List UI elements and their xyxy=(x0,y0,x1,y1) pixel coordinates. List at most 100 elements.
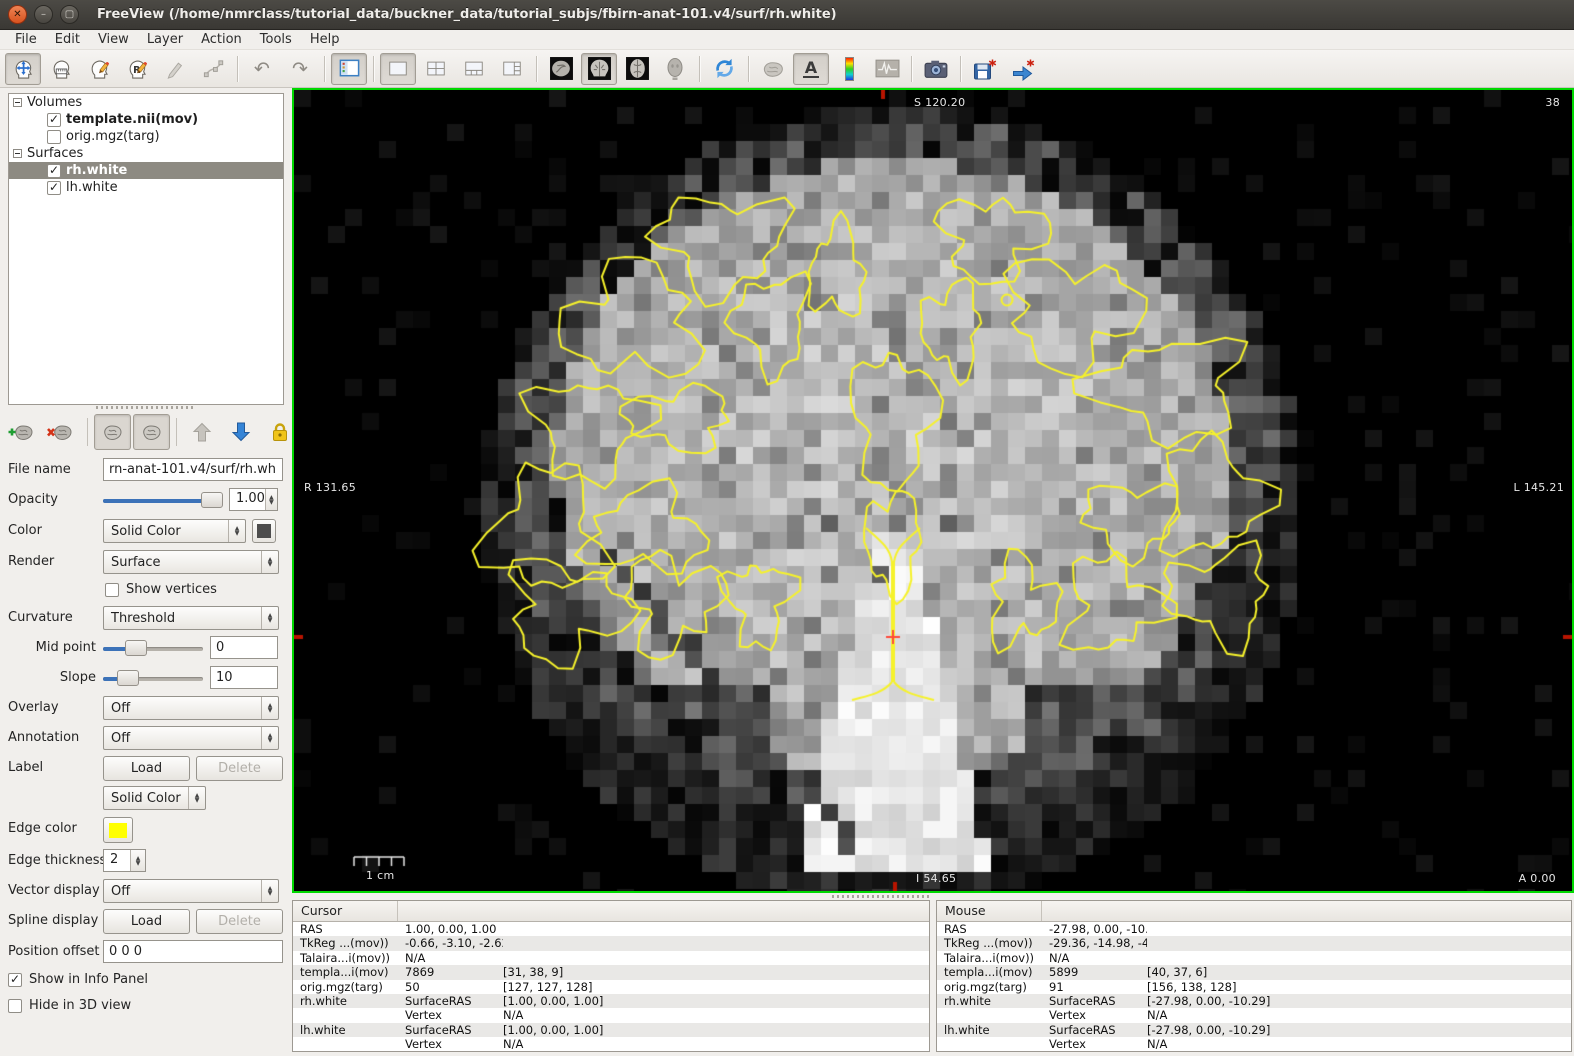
refresh-button[interactable] xyxy=(706,53,742,85)
collapse-icon[interactable] xyxy=(13,149,22,158)
menu-edit[interactable]: Edit xyxy=(46,31,89,48)
save-point-button[interactable] xyxy=(967,53,1003,85)
panel-splitter[interactable] xyxy=(96,406,196,409)
view-coronal-button[interactable] xyxy=(581,53,617,85)
layer-item-label: orig.mgz(targ) xyxy=(66,129,160,144)
layer-visibility-checkbox[interactable]: ✓ xyxy=(47,130,61,144)
menu-action[interactable]: Action xyxy=(192,31,251,48)
opacity-slider[interactable] xyxy=(103,490,223,510)
overlay-dropdown[interactable]: Off▲▼ xyxy=(103,696,279,720)
file-name-input[interactable] xyxy=(103,458,283,481)
panel-toggle-button[interactable] xyxy=(331,53,367,85)
spin-arrows-icon[interactable]: ▲▼ xyxy=(265,489,277,510)
info-cell: [40, 37, 6] xyxy=(1147,965,1571,979)
layout-2x2-button[interactable] xyxy=(418,53,454,85)
voxel-edit-button[interactable] xyxy=(81,53,117,85)
navigate-button[interactable] xyxy=(5,53,41,85)
spline-delete-button[interactable]: Delete xyxy=(196,909,283,934)
slope-slider[interactable] xyxy=(103,668,203,688)
time-course-button[interactable] xyxy=(869,53,905,85)
label-color-dropdown[interactable]: Solid Color▲▼ xyxy=(103,786,206,810)
annotation-dropdown[interactable]: Off▲▼ xyxy=(103,726,279,750)
color-scale-button[interactable] xyxy=(831,53,867,85)
roi-edit-button[interactable]: R xyxy=(119,53,155,85)
layer-item-label: rh.white xyxy=(66,163,127,178)
undo-button[interactable]: ↶ xyxy=(244,53,280,85)
move-layer-up-button[interactable] xyxy=(183,414,220,450)
mid-point-input[interactable] xyxy=(210,636,278,659)
edge-color-label: Edge color xyxy=(8,821,77,836)
layer-visibility-checkbox[interactable]: ✓ xyxy=(47,164,61,178)
move-layer-down-button[interactable] xyxy=(222,414,259,450)
spin-arrows-icon[interactable]: ▲▼ xyxy=(130,850,145,871)
menu-layer[interactable]: Layer xyxy=(138,31,192,48)
free-edit-button[interactable] xyxy=(157,53,193,85)
annotation-toggle-button[interactable]: A xyxy=(793,53,829,85)
position-offset-input[interactable] xyxy=(103,940,283,963)
layer-item-label: template.nii(mov) xyxy=(66,112,198,127)
collapse-icon[interactable] xyxy=(13,98,22,107)
menu-view[interactable]: View xyxy=(89,31,138,48)
layer-item-lh-white[interactable]: ✓lh.white xyxy=(9,179,283,196)
color-label: Color xyxy=(8,523,42,538)
show-in-info-checkbox[interactable]: ✓ xyxy=(8,973,22,987)
hide-in-3d-label: Hide in 3D view xyxy=(29,998,131,1013)
layer-item-rh-white[interactable]: ✓ rh.white xyxy=(9,162,283,179)
load-surface-button[interactable] xyxy=(5,414,42,450)
layer-visibility-checkbox[interactable]: ✓ xyxy=(47,113,61,127)
mid-point-slider[interactable] xyxy=(103,638,203,658)
edge-color-swatch[interactable] xyxy=(103,817,133,843)
menu-tools[interactable]: Tools xyxy=(251,31,301,48)
dropdown-arrows-icon: ▲▼ xyxy=(261,607,278,629)
info-cell: 7869 xyxy=(405,965,503,979)
hide-in-3d-checkbox[interactable]: ✓ xyxy=(8,999,22,1013)
layout-1n3-h-button[interactable] xyxy=(494,53,530,85)
layer-item-orig-mgz-targ-[interactable]: ✓ orig.mgz(targ) xyxy=(9,128,283,145)
curvature-dropdown[interactable]: Threshold▲▼ xyxy=(103,606,279,630)
color-dropdown[interactable]: Solid Color▲▼ xyxy=(103,519,246,543)
info-cell: Vertex xyxy=(1049,1008,1147,1022)
toolbar-separator xyxy=(87,418,88,446)
info-cell: SurfaceRAS xyxy=(405,1023,503,1037)
surface-main-button[interactable] xyxy=(94,414,131,450)
slope-input[interactable] xyxy=(210,666,278,689)
info-cell: templa...i(mov) xyxy=(937,965,1049,979)
spline-display-label: Spline display xyxy=(8,913,98,928)
tree-group-volumes[interactable]: Volumes xyxy=(9,94,283,111)
goto-point-button[interactable] xyxy=(1005,53,1041,85)
tree-group-surfaces[interactable]: Surfaces xyxy=(9,145,283,162)
show-vertices-checkbox[interactable]: ✓ xyxy=(105,583,119,597)
unload-surface-button[interactable] xyxy=(44,414,81,450)
screenshot-button[interactable] xyxy=(918,53,954,85)
surface-color-swatch[interactable] xyxy=(252,519,276,543)
spline-load-button[interactable]: Load xyxy=(103,909,190,934)
surface-tool-button[interactable] xyxy=(755,53,791,85)
render-dropdown[interactable]: Surface▲▼ xyxy=(103,550,279,574)
layer-item-template-nii-mov-[interactable]: ✓ template.nii(mov) xyxy=(9,111,283,128)
menu-help[interactable]: Help xyxy=(301,31,349,48)
view-sagittal-button[interactable] xyxy=(543,53,579,85)
menu-file[interactable]: File xyxy=(6,31,46,48)
view-3d-button[interactable] xyxy=(657,53,693,85)
path-tool-button[interactable] xyxy=(195,53,231,85)
label-load-button[interactable]: Load xyxy=(103,756,190,781)
opacity-spinbox[interactable]: 1.00▲▼ xyxy=(229,488,278,511)
vector-display-dropdown[interactable]: Off▲▼ xyxy=(103,879,279,903)
minimize-button[interactable]: – xyxy=(34,5,53,24)
info-row: lh.whiteSurfaceRAS[-27.98, 0.00, -10.29] xyxy=(937,1023,1571,1037)
close-button[interactable]: ✕ xyxy=(8,5,27,24)
coronal-slice-canvas[interactable] xyxy=(294,90,1572,891)
edge-thickness-spinbox[interactable]: 2▲▼ xyxy=(103,849,146,872)
layout-1n3-button[interactable] xyxy=(456,53,492,85)
label-delete-button[interactable]: Delete xyxy=(196,756,283,781)
maximize-button[interactable]: ▢ xyxy=(60,5,79,24)
layer-visibility-checkbox[interactable]: ✓ xyxy=(47,181,61,195)
surface-inflated-button[interactable] xyxy=(133,414,170,450)
view-info-splitter[interactable] xyxy=(292,893,1574,900)
redo-button[interactable]: ↷ xyxy=(282,53,318,85)
measure-button[interactable] xyxy=(43,53,79,85)
titlebar: ✕ – ▢ FreeView (/home/nmrclass/tutorial_… xyxy=(0,0,1574,30)
menubar: FileEditViewLayerActionToolsHelp xyxy=(0,30,1574,50)
view-axial-button[interactable] xyxy=(619,53,655,85)
layout-1x1-button[interactable] xyxy=(380,53,416,85)
